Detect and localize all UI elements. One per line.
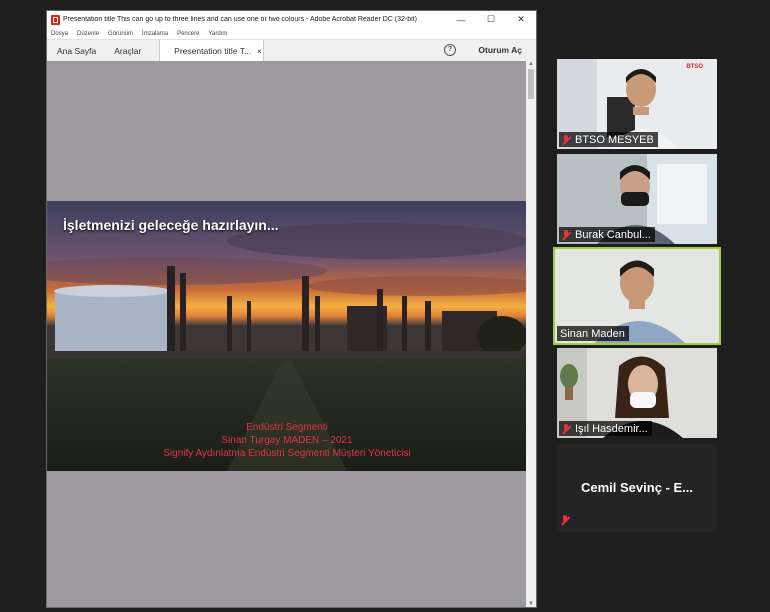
acrobat-app-icon <box>51 14 60 25</box>
menu-bar: Dosya Düzenle Görünüm İmzalama Pencere Y… <box>47 28 536 39</box>
tab-bar: Ana Sayfa Araçlar Presentation title T..… <box>47 39 536 63</box>
muted-mic-icon <box>562 229 571 241</box>
slide-role: Signify Aydınlatma Endüstri Segmenti Müş… <box>163 448 411 459</box>
document-area[interactable]: İşletmenizi geleceğe hazırlayın... Endüs… <box>47 61 527 607</box>
vertical-scrollbar[interactable]: ▲ ▼ <box>526 61 536 607</box>
menu-sign[interactable]: İmzalama <box>142 31 168 37</box>
scroll-thumb[interactable] <box>528 69 534 99</box>
close-tab-icon[interactable]: × <box>257 47 262 56</box>
tab-document[interactable]: Presentation title T... × <box>159 40 265 62</box>
muted-mic-icon <box>562 134 571 146</box>
slide-credits: Endüstri Segmenti Sinan Turgay MADEN – 2… <box>47 421 527 460</box>
scroll-down-icon[interactable]: ▼ <box>528 601 534 607</box>
participant-nametag: BTSO MESYEB <box>559 132 658 147</box>
menu-edit[interactable]: Düzenle <box>77 31 99 37</box>
sign-in-button[interactable]: Oturum Aç <box>478 45 522 55</box>
participant-tile[interactable]: BTSO BTSO MESYEB <box>557 59 717 149</box>
window-title: Presentation title This can go up to thr… <box>63 16 417 23</box>
participant-tile-video-off[interactable]: Cemil Sevinç - E... <box>557 444 717 532</box>
title-bar: Presentation title This can go up to thr… <box>47 11 536 28</box>
menu-view[interactable]: Görünüm <box>108 31 133 37</box>
tab-home[interactable]: Ana Sayfa <box>57 46 96 56</box>
participant-tile-active-speaker[interactable]: Sinan Maden <box>553 247 721 345</box>
menu-window[interactable]: Pencere <box>177 31 199 37</box>
participant-name: Sinan Maden <box>560 328 625 340</box>
slide-heading: İşletmenizi geleceğe hazırlayın... <box>63 217 279 233</box>
participant-tile[interactable]: Işıl Hasdemir... <box>557 348 717 438</box>
help-icon[interactable]: ? <box>444 44 456 56</box>
participant-name: Işıl Hasdemir... <box>575 423 648 435</box>
menu-file[interactable]: Dosya <box>51 31 68 37</box>
tab-document-label: Presentation title T... <box>174 46 252 56</box>
muted-mic-icon <box>561 515 570 526</box>
participant-name: Burak Canbul... <box>575 229 651 241</box>
btso-logo: BTSO <box>686 64 703 70</box>
close-window-button[interactable]: ✕ <box>506 14 536 25</box>
menu-help[interactable]: Yardım <box>208 31 227 37</box>
slide-segment: Endüstri Segmenti <box>246 422 328 433</box>
muted-mic-icon <box>562 423 571 435</box>
minimize-button[interactable]: — <box>446 15 476 25</box>
scroll-up-icon[interactable]: ▲ <box>528 61 534 67</box>
maximize-button[interactable]: ☐ <box>476 14 506 25</box>
acrobat-window: Presentation title This can go up to thr… <box>46 10 537 608</box>
slide-author: Sinan Turgay MADEN – 2021 <box>221 435 353 446</box>
participant-nametag: Sinan Maden <box>557 326 629 341</box>
participant-nametag: Işıl Hasdemir... <box>559 421 652 436</box>
slide-page: İşletmenizi geleceğe hazırlayın... Endüs… <box>47 201 527 471</box>
tab-tools[interactable]: Araçlar <box>114 46 141 56</box>
participant-name: Cemil Sevinç - E... <box>581 480 693 495</box>
participant-tile[interactable]: Burak Canbul... <box>557 154 717 244</box>
participant-name: BTSO MESYEB <box>575 134 654 146</box>
participant-nametag: Burak Canbul... <box>559 227 655 242</box>
